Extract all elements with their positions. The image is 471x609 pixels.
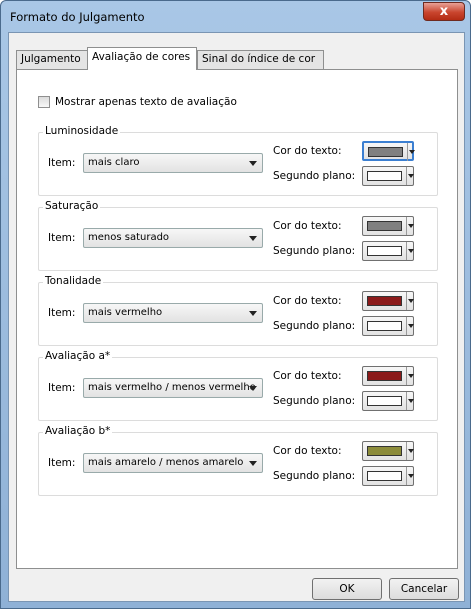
group-title: Tonalidade <box>43 275 104 287</box>
item-select-value: mais vermelho / menos vermelho <box>88 382 256 393</box>
color-swatch <box>368 147 403 157</box>
chevron-down-icon <box>249 161 257 166</box>
item-select[interactable]: mais vermelho <box>83 303 263 323</box>
chevron-down-icon[interactable] <box>406 242 414 260</box>
item-select-value: menos saturado <box>88 232 170 243</box>
background-label: Segundo plano: <box>273 395 356 407</box>
item-select[interactable]: menos saturado <box>83 228 263 248</box>
background-color-picker[interactable] <box>362 166 414 186</box>
text-color-label: Cor do texto: <box>273 445 342 457</box>
item-label: Item: <box>48 232 76 244</box>
chevron-down-icon[interactable] <box>406 167 414 185</box>
background-color-picker[interactable] <box>362 241 414 261</box>
background-color-picker[interactable] <box>362 316 414 336</box>
item-select-value: mais amarelo / menos amarelo <box>88 457 244 468</box>
item-select[interactable]: mais amarelo / menos amarelo <box>83 453 263 473</box>
tab-sinal-do-indice-de-cor[interactable]: Sinal do índice de cor <box>197 50 324 69</box>
group-tonalidade: Tonalidade Item: mais vermelho Cor do te… <box>38 275 438 346</box>
item-label: Item: <box>48 157 76 169</box>
color-swatch <box>367 246 402 256</box>
background-label: Segundo plano: <box>273 470 356 482</box>
close-icon: x <box>439 4 449 19</box>
tab-julgamento[interactable]: Julgamento <box>16 50 88 69</box>
chevron-down-icon <box>249 461 257 466</box>
color-swatch <box>367 221 402 231</box>
color-swatch <box>367 396 402 406</box>
chevron-down-icon[interactable] <box>406 292 414 310</box>
show-only-text-option[interactable]: Mostrar apenas texto de avaliação <box>38 96 237 108</box>
text-color-picker[interactable] <box>362 216 414 236</box>
chevron-down-icon[interactable] <box>406 442 414 460</box>
item-select[interactable]: mais claro <box>83 153 263 173</box>
background-label: Segundo plano: <box>273 320 356 332</box>
text-color-label: Cor do texto: <box>273 370 342 382</box>
text-color-picker[interactable] <box>362 291 414 311</box>
show-only-text-label: Mostrar apenas texto de avaliação <box>55 96 237 108</box>
group-title: Saturação <box>43 200 101 212</box>
group-title: Avaliação a* <box>43 350 113 362</box>
text-color-picker[interactable] <box>362 366 414 386</box>
group-luminosidade: Luminosidade Item: mais claro Cor do tex… <box>38 125 438 196</box>
color-swatch <box>367 446 402 456</box>
cancel-button[interactable]: Cancelar <box>389 578 459 600</box>
color-swatch <box>367 171 402 181</box>
text-color-picker[interactable] <box>362 141 415 161</box>
tab-avaliacao-de-cores[interactable]: Avaliação de cores <box>87 47 197 70</box>
chevron-down-icon[interactable] <box>406 367 414 385</box>
dialog-window: Formato do Julgamento x Julgamento Avali… <box>0 0 471 609</box>
chevron-down-icon[interactable] <box>406 217 414 235</box>
ok-button[interactable]: OK <box>312 578 382 600</box>
tab-panel: Mostrar apenas texto de avaliação Lumino… <box>16 69 458 569</box>
item-select-value: mais vermelho <box>88 307 163 318</box>
chevron-down-icon[interactable] <box>406 317 414 335</box>
group-avaliacao-b: Avaliação b* Item: mais amarelo / menos … <box>38 425 438 496</box>
chevron-down-icon[interactable] <box>406 467 414 485</box>
text-color-picker[interactable] <box>362 441 414 461</box>
dialog-body: Julgamento Avaliação de cores Sinal do í… <box>8 32 465 602</box>
item-label: Item: <box>48 382 76 394</box>
group-avaliacao-a: Avaliação a* Item: mais vermelho / menos… <box>38 350 438 421</box>
chevron-down-icon <box>249 386 257 391</box>
background-label: Segundo plano: <box>273 245 356 257</box>
chevron-down-icon[interactable] <box>406 392 414 410</box>
item-label: Item: <box>48 307 76 319</box>
color-swatch <box>367 321 402 331</box>
background-color-picker[interactable] <box>362 391 414 411</box>
group-title: Avaliação b* <box>43 425 113 437</box>
text-color-label: Cor do texto: <box>273 145 342 157</box>
text-color-label: Cor do texto: <box>273 295 342 307</box>
item-select-value: mais claro <box>88 157 140 168</box>
color-swatch <box>367 471 402 481</box>
background-color-picker[interactable] <box>362 466 414 486</box>
show-only-text-checkbox[interactable] <box>38 96 50 108</box>
chevron-down-icon <box>249 236 257 241</box>
title-bar: Formato do Julgamento x <box>1 1 470 31</box>
group-saturacao: Saturação Item: menos saturado Cor do te… <box>38 200 438 271</box>
chevron-down-icon[interactable] <box>407 143 415 161</box>
item-select[interactable]: mais vermelho / menos vermelho <box>83 378 263 398</box>
group-title: Luminosidade <box>43 125 121 137</box>
window-title: Formato do Julgamento <box>10 10 145 24</box>
chevron-down-icon <box>249 311 257 316</box>
text-color-label: Cor do texto: <box>273 220 342 232</box>
color-swatch <box>367 371 402 381</box>
background-label: Segundo plano: <box>273 170 356 182</box>
color-swatch <box>367 296 402 306</box>
close-button[interactable]: x <box>423 2 465 21</box>
item-label: Item: <box>48 457 76 469</box>
